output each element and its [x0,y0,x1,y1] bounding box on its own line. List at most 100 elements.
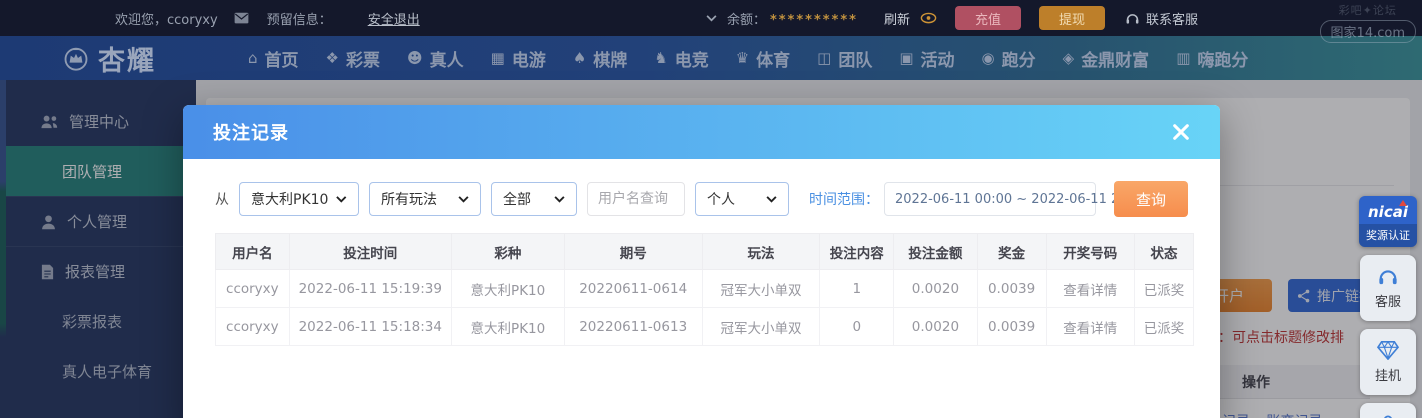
nav-item-sports[interactable]: ♛ 体育 [736,46,790,71]
username-search-input[interactable] [587,182,685,216]
nav-item-home[interactable]: ⌂ 首页 [248,46,299,71]
cell-amount: 0.0020 [894,270,978,308]
chevron-down-icon [458,196,469,203]
view-details-link[interactable]: 查看详情 [1046,270,1134,308]
cell-username: ccoryxy [216,270,290,308]
cell-play: 冠军大小单双 [702,270,820,308]
view-details-link[interactable]: 查看详情 [1046,308,1134,346]
gamepad-icon: ♞ [654,49,667,67]
table-row: ccoryxy 2022-06-11 15:19:39 意大利PK10 2022… [216,270,1194,308]
nav-item-team[interactable]: ◫ 团队 [817,46,872,71]
col-play: 玩法 [702,234,820,270]
reserved-info-label: 预留信息： [267,9,332,28]
scope-select-value: 个人 [707,189,735,209]
nav-label: 活动 [921,46,955,71]
balance-label: 余额： [727,9,766,28]
nav-label: 团队 [838,46,872,71]
nav-item-paofen[interactable]: ◉跑分 [982,46,1036,71]
nav-label: 棋牌 [593,46,627,71]
refresh-link[interactable]: 刷新 [884,9,910,28]
status-select-value: 全部 [503,189,531,209]
brand-logo[interactable]: 杏耀 [62,39,156,78]
jinding-logo-icon: ◈ [1063,49,1075,67]
cell-lottery: 意大利PK10 [451,270,564,308]
live-casino-icon: ☻ [407,49,423,67]
home-icon: ⌂ [248,49,258,67]
play-type-select[interactable]: 所有玩法 [369,182,481,216]
cell-bet-time: 2022-06-11 15:19:39 [289,270,451,308]
customer-service-button[interactable]: 客服 [1360,255,1416,321]
paofen-logo-icon: ◉ [982,49,995,67]
play-select-value: 所有玩法 [381,189,437,209]
lottery-select[interactable]: 意大利PK10 [239,182,359,216]
cell-lottery: 意大利PK10 [451,308,564,346]
col-lottery: 彩种 [451,234,564,270]
close-icon[interactable] [1172,123,1190,141]
hi-logo-icon: ▥ [1176,49,1190,67]
modal-title: 投注记录 [213,119,289,145]
cell-username: ccoryxy [216,308,290,346]
eye-icon[interactable] [920,12,937,24]
search-button[interactable]: 查询 [1114,181,1188,217]
contact-service-link[interactable]: 联系客服 [1125,9,1198,28]
col-status: 状态 [1134,234,1193,270]
scope-select[interactable]: 个人 [695,182,789,216]
table-header-row: 用户名 投注时间 彩种 期号 玩法 投注内容 投注金额 奖金 开奖号码 状态 [216,234,1194,270]
headset-icon [1125,11,1140,25]
time-range-label: 时间范围： [809,189,879,209]
nav-item-activity[interactable]: ▣活动 [899,46,954,71]
message-icon[interactable] [234,12,249,24]
col-content: 投注内容 [820,234,894,270]
cell-issue: 20220611-0614 [564,270,702,308]
nav-item-esports[interactable]: ♞ 电竞 [654,46,708,71]
date-range-input[interactable]: 2022-06-11 00:00 ~ 2022-06-11 23:59 [884,182,1096,216]
cell-play: 冠军大小单双 [702,308,820,346]
nav-label: 电竞 [675,46,709,71]
prize-source-cert-badge[interactable]: nicai 奖源认证 [1359,196,1417,247]
nav-item-lottery[interactable]: ❖彩票 [326,46,380,71]
customer-service-label: 客服 [1375,291,1401,310]
nav-item-hi-paofen[interactable]: ▥ 嗨跑分 [1176,46,1248,71]
nav-label: 彩票 [346,46,380,71]
contact-service-label: 联系客服 [1146,9,1198,28]
chevron-down-icon[interactable] [706,15,717,22]
welcome-text: 欢迎您，ccoryxy [115,9,218,28]
logout-link[interactable]: 安全退出 [368,9,420,28]
bet-records-table: 用户名 投注时间 彩种 期号 玩法 投注内容 投注金额 奖金 开奖号码 状态 c… [215,233,1194,346]
balance-masked-value: ********** [770,13,858,28]
chevron-down-icon [336,196,347,203]
nav-label: 嗨跑分 [1197,46,1248,71]
topbar-right: 余额： ********** 刷新 充值 提现 联系客服 [696,6,1422,30]
col-username: 用户名 [216,234,290,270]
trophy-icon: ♛ [736,49,749,67]
modal-body: 从 意大利PK10 所有玩法 全部 个人 时间范围： 2022-06-11 00… [183,159,1220,346]
hangup-button[interactable]: 挂机 [1360,329,1416,395]
col-issue: 期号 [564,234,702,270]
recharge-button[interactable]: 充值 [955,6,1021,30]
hangup-label: 挂机 [1375,365,1401,384]
col-draw-number: 开奖号码 [1046,234,1134,270]
col-amount: 投注金额 [894,234,978,270]
topbar: 欢迎您，ccoryxy 预留信息： 安全退出 余额： ********** 刷新… [0,0,1422,36]
nicai-logo: nicai [1359,196,1417,224]
cell-bet-time: 2022-06-11 15:18:34 [289,308,451,346]
cell-issue: 20220611-0613 [564,308,702,346]
floating-side-panel: nicai 奖源认证 客服 挂机 我的 [1358,196,1418,418]
nav-item-jinding-wealth[interactable]: ◈ 金鼎财富 [1063,46,1150,71]
nav-label: 金鼎财富 [1081,46,1149,71]
nav-item-live-casino[interactable]: ☻真人 [407,46,464,71]
nav-label: 体育 [756,46,790,71]
cell-amount: 0.0020 [894,308,978,346]
nav-item-board-games[interactable]: ♠棋牌 [573,46,627,71]
nav-label: 首页 [265,46,299,71]
headset-icon [1377,266,1399,286]
my-account-button[interactable]: 我的 [1360,403,1416,418]
table-row: ccoryxy 2022-06-11 15:18:34 意大利PK10 2022… [216,308,1194,346]
team-icon: ◫ [817,49,831,67]
status-select[interactable]: 全部 [491,182,577,216]
withdraw-button[interactable]: 提现 [1039,6,1105,30]
from-label: 从 [215,189,229,209]
main-navbar: 杏耀 ⌂ 首页 ❖彩票 ☻真人 ▦电游 ♠棋牌 ♞ 电竞 ♛ 体育 ◫ 团队 ▣活动 ◉… [0,36,1422,80]
nav-item-egames[interactable]: ▦电游 [491,46,546,71]
user-icon [1378,414,1398,418]
